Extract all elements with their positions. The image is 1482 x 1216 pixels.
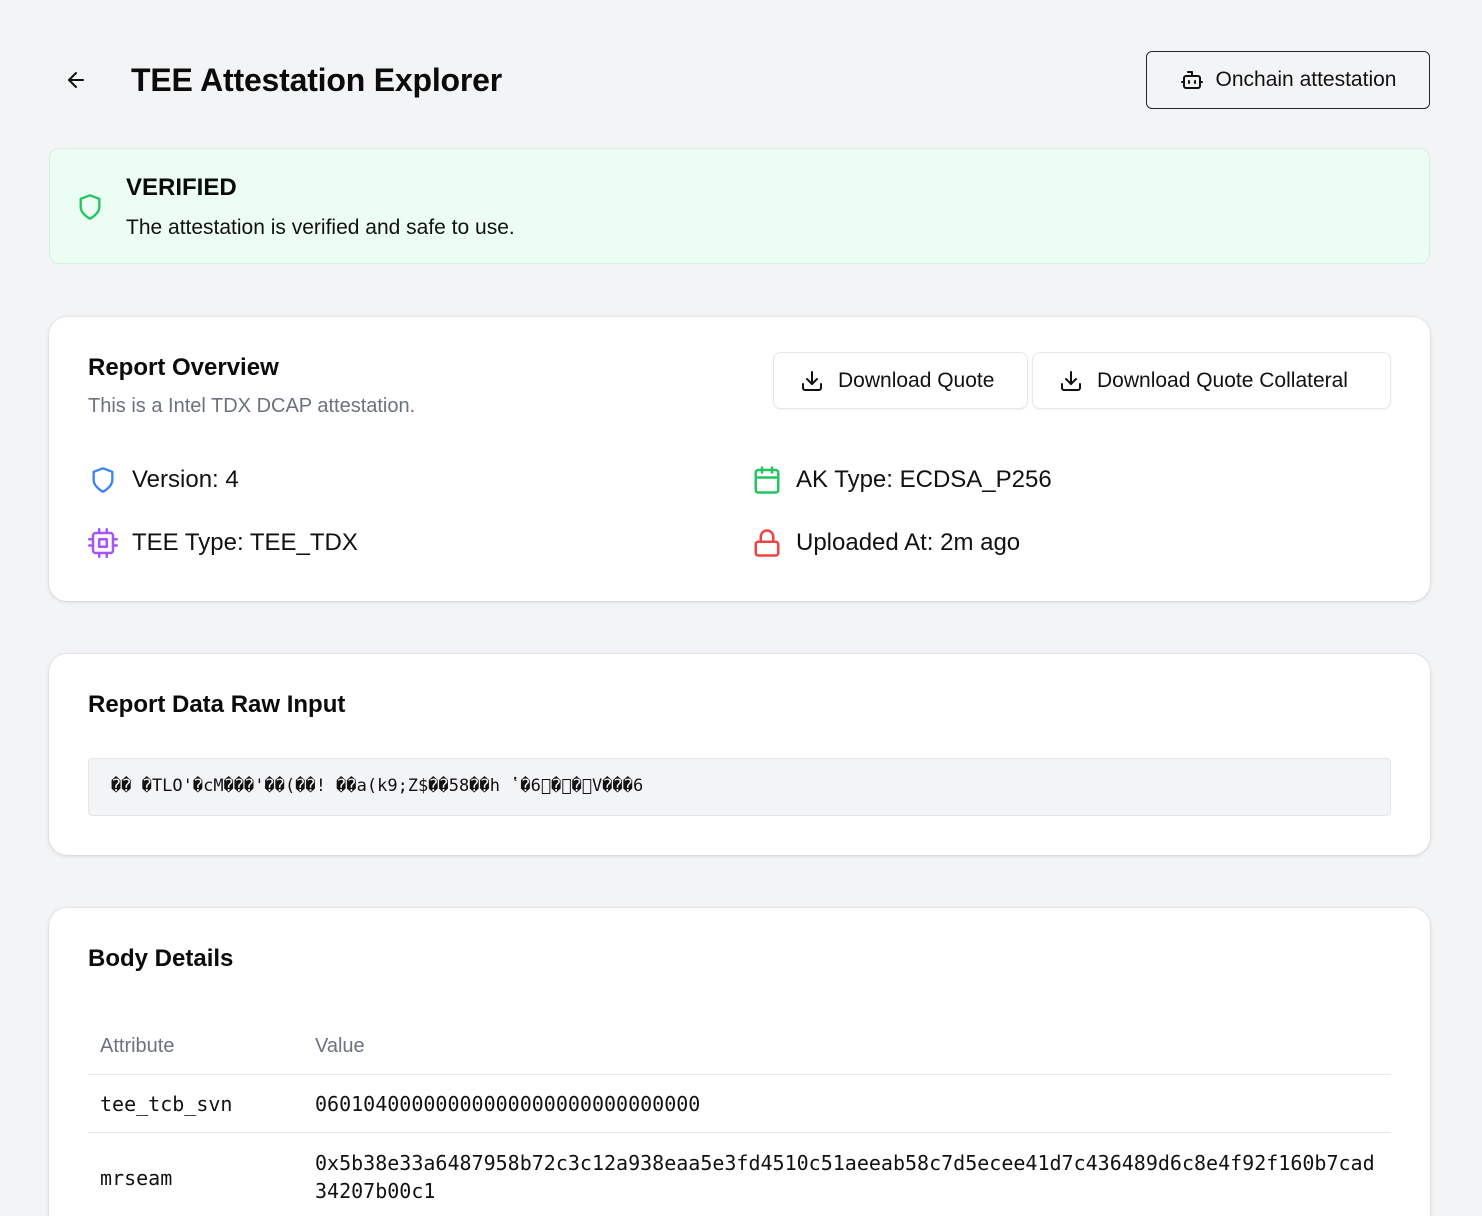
table-row: mrseam 0x5b38e33a6487958b72c3c12a938eaa5… <box>88 1133 1391 1216</box>
download-quote-label: Download Quote <box>838 368 995 392</box>
arrow-left-icon <box>68 72 84 88</box>
tee-type-stat: TEE Type: TEE_TDX <box>88 528 358 558</box>
onchain-attestation-button[interactable]: Onchain attestation <box>1146 51 1430 109</box>
status-message: The attestation is verified and safe to … <box>126 216 515 239</box>
ak-type-text: AK Type: ECDSA_P256 <box>796 466 1052 493</box>
value-column-header: Value <box>315 1035 365 1057</box>
row-value: 0x5b38e33a6487958b72c3c12a938eaa5e3fd451… <box>315 1151 1375 1203</box>
report-overview-card: Report Overview This is a Intel TDX DCAP… <box>49 317 1430 601</box>
row-value: 06010400000000000000000000000000 <box>315 1092 701 1116</box>
version-text: Version: 4 <box>132 466 239 493</box>
raw-input-card: Report Data Raw Input �� �TLO'�cM���'��(… <box>49 654 1430 855</box>
row-attribute: mrseam <box>100 1166 173 1190</box>
table-row: tee_tcb_svn 0601040000000000000000000000… <box>88 1075 1391 1133</box>
uploaded-at-stat: Uploaded At: 2m ago <box>752 528 1020 558</box>
cpu-icon <box>88 528 118 558</box>
status-title: VERIFIED <box>126 174 237 201</box>
download-quote-collateral-label: Download Quote Collateral <box>1097 368 1348 392</box>
back-button[interactable] <box>58 62 94 98</box>
body-details-card: Body Details Attribute Value tee_tcb_svn… <box>49 908 1430 1216</box>
table-header: Attribute Value <box>88 1013 1391 1075</box>
shield-icon <box>92 467 114 493</box>
uploaded-at-text: Uploaded At: 2m ago <box>796 529 1021 556</box>
tee-type-text: TEE Type: TEE_TDX <box>132 529 358 556</box>
lock-icon <box>754 529 780 557</box>
version-stat: Version: 4 <box>88 465 239 495</box>
onchain-attestation-label: Onchain attestation <box>1215 68 1397 91</box>
report-overview-title: Report Overview <box>88 354 279 381</box>
download-quote-collateral-button[interactable]: Download Quote Collateral <box>1032 352 1391 409</box>
body-details-table: Attribute Value tee_tcb_svn 060104000000… <box>88 1013 1391 1216</box>
raw-input-value: �� �TLO'�cM���'��(��! ��a(k9;Z$��58��h ʽ… <box>88 758 1391 816</box>
download-quote-button[interactable]: Download Quote <box>773 352 1028 409</box>
ak-type-stat: AK Type: ECDSA_P256 <box>752 465 1052 495</box>
page-title: TEE Attestation Explorer <box>131 62 502 98</box>
row-attribute: tee_tcb_svn <box>100 1092 233 1116</box>
shield-icon <box>79 194 101 220</box>
verified-banner: VERIFIED The attestation is verified and… <box>49 148 1430 264</box>
download-icon <box>802 370 822 391</box>
download-icon <box>1061 370 1081 391</box>
body-details-title: Body Details <box>88 945 234 972</box>
report-overview-subtitle: This is a Intel TDX DCAP attestation. <box>88 395 416 417</box>
raw-input-title: Report Data Raw Input <box>88 691 346 718</box>
bot-icon <box>1180 71 1203 89</box>
attribute-column-header: Attribute <box>100 1035 175 1057</box>
page-header: TEE Attestation Explorer Onchain attesta… <box>0 0 1482 148</box>
calendar-icon <box>754 466 780 494</box>
